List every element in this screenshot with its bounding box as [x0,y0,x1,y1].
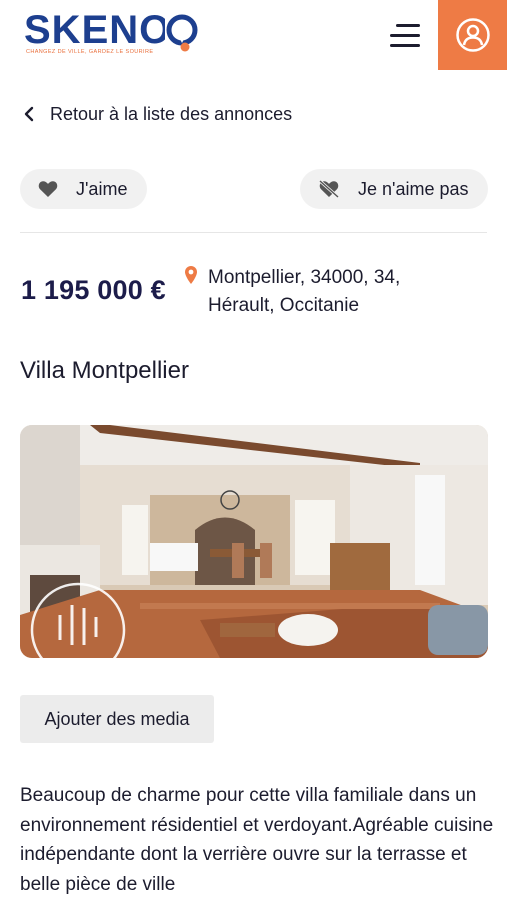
menu-line [390,34,420,37]
user-account-button[interactable] [438,0,507,70]
listing-title: Villa Montpellier [20,357,189,384]
like-label: J'aime [76,178,128,199]
broken-heart-icon [319,180,339,198]
listing-price: 1 195 000 € [21,275,166,305]
heart-icon [38,181,58,197]
back-link-label: Retour à la liste des annonces [50,103,293,124]
dislike-button[interactable]: Je n'aime pas [300,169,488,209]
hamburger-menu-button[interactable] [388,18,424,52]
user-account-icon [455,18,490,52]
dislike-label: Je n'aime pas [358,178,469,199]
interior-photo-illustration [20,425,488,658]
back-to-listings-link[interactable]: Retour à la liste des annonces [22,100,292,128]
logo-tagline: CHANGEZ DE VILLE, GARDEZ LE SOURIRE [26,49,154,55]
listing-photo[interactable] [20,425,488,658]
listing-description: Beaucoup de charme pour cette villa fami… [20,785,494,895]
logo-pin-icon [165,13,200,53]
menu-line [396,24,420,27]
section-divider [20,232,487,233]
skeno-logo[interactable]: SKENO CHANGEZ DE VILLE, GARDEZ LE SOURIR… [24,8,200,60]
logo-wordmark: SKENO [24,8,172,52]
app-header: SKENO CHANGEZ DE VILLE, GARDEZ LE SOURIR… [0,0,507,70]
like-button[interactable]: J'aime [20,169,147,209]
location-pin-icon [185,266,197,284]
add-media-button[interactable]: Ajouter des media [20,695,214,743]
chevron-left-icon [24,106,34,122]
listing-location: Montpellier, 34000, 34, Hérault, Occitan… [208,267,401,316]
menu-line [390,44,420,47]
